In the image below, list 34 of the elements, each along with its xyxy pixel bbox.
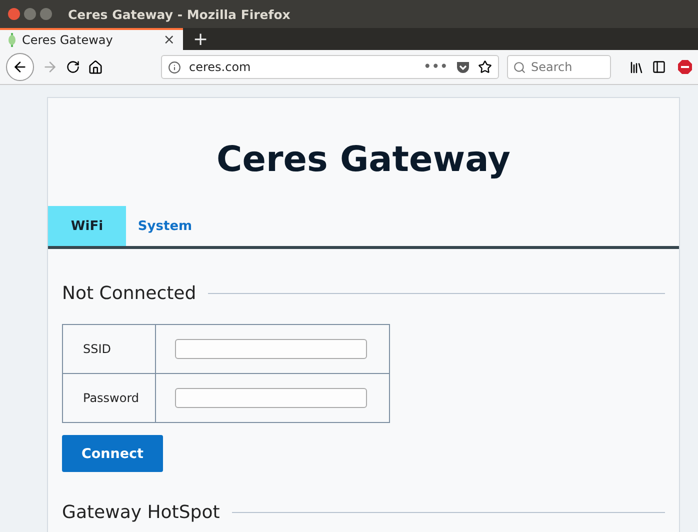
home-button[interactable] (88, 60, 103, 74)
page-heading: Ceres Gateway (216, 139, 512, 182)
browser-tab[interactable]: Ceres Gateway × (0, 28, 183, 50)
field-label: Password (83, 391, 140, 405)
url-text: ceres.com (189, 60, 252, 74)
tab-title: Ceres Gateway (22, 33, 114, 47)
address-bar[interactable]: ceres.com ••• (161, 55, 499, 79)
shield-icon[interactable] (456, 60, 470, 74)
section-title: Gateway HotSpot (62, 502, 220, 523)
reload-button[interactable] (66, 60, 80, 74)
connect-button[interactable]: Connect (62, 435, 163, 472)
wheat-icon (8, 33, 16, 47)
stop-sign-icon[interactable] (678, 60, 692, 74)
maximize-icon[interactable] (40, 8, 52, 20)
back-button[interactable] (6, 53, 34, 81)
search-icon (513, 60, 526, 74)
close-icon[interactable] (8, 8, 20, 20)
new-tab-button[interactable]: + (183, 28, 218, 50)
minimize-icon[interactable] (24, 8, 36, 20)
sidebar-icon[interactable] (652, 60, 666, 74)
section-title: Not Connected (62, 283, 196, 304)
input-field[interactable] (175, 388, 367, 408)
search-field[interactable]: Search (507, 55, 611, 79)
bookmark-star-icon[interactable] (478, 60, 492, 74)
close-tab-button[interactable]: × (163, 32, 175, 48)
field-label: SSID (83, 342, 112, 356)
tab[interactable]: System (126, 206, 204, 246)
tab[interactable]: WiFi (48, 206, 126, 246)
input-field[interactable] (175, 339, 367, 359)
window-title: Ceres Gateway - Mozilla Firefox (68, 6, 290, 22)
library-icon[interactable] (629, 60, 644, 74)
info-icon[interactable] (168, 60, 181, 74)
search-input[interactable]: Search (531, 60, 601, 74)
more-button[interactable]: ••• (423, 59, 448, 75)
